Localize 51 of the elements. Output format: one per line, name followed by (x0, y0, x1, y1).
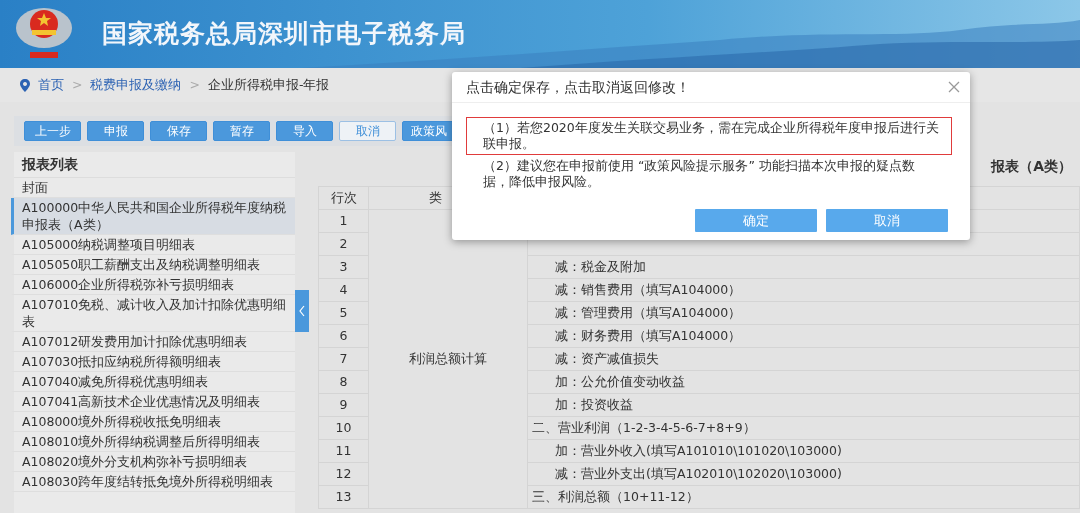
sidebar-item[interactable]: A106000企业所得税弥补亏损明细表 (11, 275, 295, 295)
sidebar-item[interactable]: A108010境外所得纳税调整后所得明细表 (11, 432, 295, 452)
item-cell: 加：投资收益 (527, 393, 1080, 417)
row-number: 5 (318, 301, 369, 325)
item-cell: 三、利润总额（10+11-12） (527, 485, 1080, 509)
site-title: 国家税务总局深圳市电子税务局 (102, 18, 466, 51)
sidebar-title: 报表列表 (14, 152, 295, 178)
item-cell: 加：营业外收入(填写A101010\101020\103000) (527, 439, 1080, 463)
row-number: 12 (318, 462, 369, 486)
breadcrumb-current: 企业所得税申报-年报 (207, 75, 330, 94)
chevron-left-icon (299, 305, 305, 317)
dialog-message: （1）若您2020年度发生关联交易业务，需在完成企业所得税年度申报后进行关联申报。 (466, 117, 952, 155)
sidebar-item[interactable]: A107030抵扣应纳税所得额明细表 (11, 352, 295, 372)
row-number: 11 (318, 439, 369, 463)
row-number: 3 (318, 255, 369, 279)
item-cell: 减：税金及附加 (527, 255, 1080, 279)
sidebar-item[interactable]: A100000中华人民共和国企业所得税年度纳税申报表（A类） (11, 198, 295, 235)
row-number: 13 (318, 485, 369, 509)
row-number: 8 (318, 370, 369, 394)
breadcrumb-link[interactable]: 税费申报及缴纳 (90, 75, 182, 95)
row-number: 10 (318, 416, 369, 440)
breadcrumb-separator: > (189, 75, 200, 94)
close-icon[interactable] (948, 81, 960, 93)
form-title: 报表（A类） (991, 156, 1072, 176)
sidebar-item[interactable]: A107012研发费用加计扣除优惠明细表 (11, 332, 295, 352)
sidebar-item[interactable]: A105050职工薪酬支出及纳税调整明细表 (11, 255, 295, 275)
sidebar-item[interactable]: A107041高新技术企业优惠情况及明细表 (11, 392, 295, 412)
item-cell: 二、营业利润（1-2-3-4-5-6-7+8+9） (527, 416, 1080, 440)
row-number: 4 (318, 278, 369, 302)
row-number: 2 (318, 232, 369, 256)
location-pin-icon (20, 78, 30, 92)
collapse-button[interactable] (295, 290, 309, 332)
item-cell: 减：营业外支出(填写A102010\102020\103000) (527, 462, 1080, 486)
item-cell: 减：财务费用（填写A104000） (527, 324, 1080, 348)
sidebar-item[interactable]: A108000境外所得税收抵免明细表 (11, 412, 295, 432)
item-cell: 减：管理费用（填写A104000） (527, 301, 1080, 325)
item-cell: 减：销售费用（填写A104000） (527, 278, 1080, 302)
sidebar-item[interactable]: A107040减免所得税优惠明细表 (11, 372, 295, 392)
row-number: 7 (318, 347, 369, 371)
breadcrumb-link[interactable]: 首页 (38, 75, 64, 95)
column-header: 行次 (318, 186, 369, 210)
row-number: 6 (318, 324, 369, 348)
dialog-title: 点击确定保存，点击取消返回修改！ (466, 77, 690, 97)
row-number: 9 (318, 393, 369, 417)
item-cell: 加：公允价值变动收益 (527, 370, 1080, 394)
sidebar-item[interactable]: A105000纳税调整项目明细表 (11, 235, 295, 255)
sidebar-item[interactable]: A108020境外分支机构弥补亏损明细表 (11, 452, 295, 472)
breadcrumb-separator: > (72, 75, 83, 94)
sidebar-item[interactable]: A108030跨年度结转抵免境外所得税明细表 (11, 472, 295, 492)
item-cell: 减：资产减值损失 (527, 347, 1080, 371)
row-number: 1 (318, 209, 369, 233)
